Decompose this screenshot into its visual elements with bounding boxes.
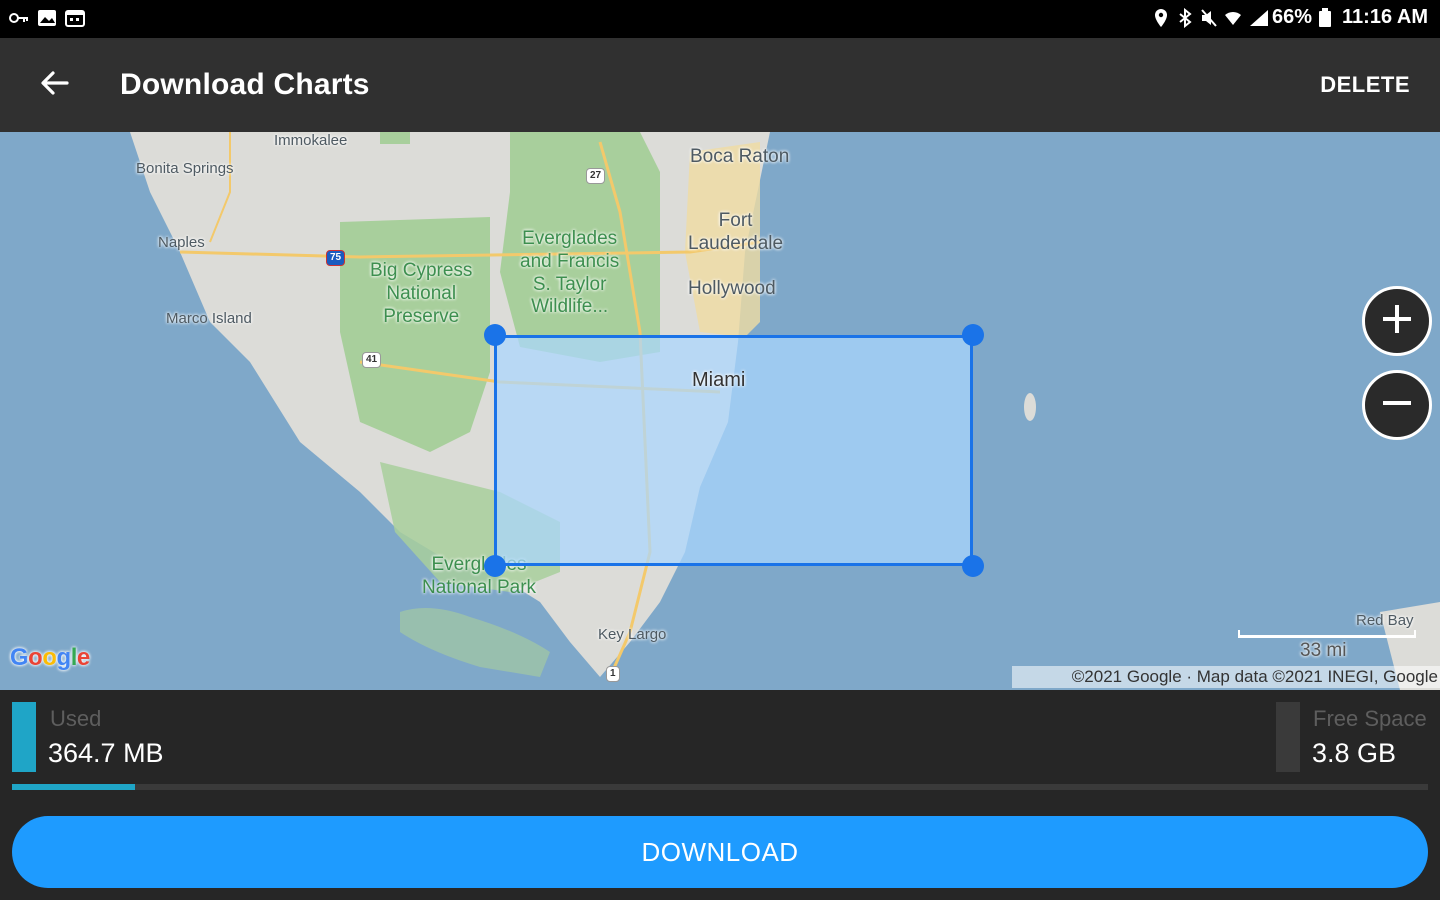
storage-panel: Used 364.7 MB Free Space 3.8 GB DOWNLOAD xyxy=(0,690,1440,900)
map-label-naples: Naples xyxy=(158,234,205,251)
selection-handle-top-left[interactable] xyxy=(484,324,506,346)
map-label-everglades-francis-taylor: Everglades and Francis S. Taylor Wildlif… xyxy=(520,228,620,318)
map-label-fort-lauderdale: Fort Lauderdale xyxy=(688,210,784,254)
free-space-label: Free Space xyxy=(1313,706,1427,731)
map-label-big-cypress: Big Cypress National Preserve xyxy=(370,260,473,327)
wifi-icon xyxy=(1224,8,1242,28)
download-charts-screen: 66% 11:16 AM Download Charts DELETE Immo… xyxy=(0,0,1440,900)
image-icon xyxy=(36,8,58,28)
map-scale-bar xyxy=(1238,630,1416,638)
battery-percent: 66% xyxy=(1272,6,1313,28)
map-label-marco-island: Marco Island xyxy=(166,310,252,327)
google-logo-letter: G xyxy=(10,644,29,671)
zoom-in-button[interactable] xyxy=(1362,286,1432,356)
google-logo-letter: g xyxy=(56,644,72,671)
app-bar: Download Charts DELETE xyxy=(0,38,1440,132)
used-label: Used xyxy=(50,706,102,731)
google-logo-letter: e xyxy=(76,644,90,671)
selection-handle-bottom-right[interactable] xyxy=(962,555,984,577)
free-color-marker xyxy=(1276,702,1300,772)
map-label-miami: Miami xyxy=(692,369,746,391)
vpn-key-icon xyxy=(8,8,30,28)
calendar-icon xyxy=(64,8,86,28)
signal-icon xyxy=(1248,8,1268,28)
map-view[interactable]: Immokalee Bonita Springs Naples Marco Is… xyxy=(0,132,1440,690)
back-button[interactable] xyxy=(30,64,78,106)
route-75-shield: 75 xyxy=(326,250,346,266)
map-label-bonita-springs: Bonita Springs xyxy=(136,160,234,177)
storage-progress-fill xyxy=(12,784,136,790)
route-27-shield: 27 xyxy=(586,168,606,184)
location-icon xyxy=(1152,8,1170,28)
google-logo-letter: o xyxy=(42,644,57,671)
map-label-immokalee: Immokalee xyxy=(274,132,348,149)
used-value: 364.7 MB xyxy=(48,738,164,768)
mute-icon xyxy=(1200,8,1218,28)
map-label-hollywood: Hollywood xyxy=(688,278,776,299)
selection-handle-bottom-left[interactable] xyxy=(484,555,506,577)
free-space-value: 3.8 GB xyxy=(1312,738,1397,768)
route-41-shield: 41 xyxy=(362,352,382,368)
route-1-shield: 1 xyxy=(606,666,620,682)
zoom-out-button[interactable] xyxy=(1362,370,1432,440)
google-logo: Google xyxy=(10,644,90,672)
battery-icon xyxy=(1318,7,1336,28)
minus-icon xyxy=(1380,386,1414,425)
delete-button[interactable]: DELETE xyxy=(1320,72,1410,98)
map-label-boca-raton: Boca Raton xyxy=(690,146,790,167)
status-time: 11:16 AM xyxy=(1342,6,1428,28)
used-color-marker xyxy=(12,702,36,772)
status-bar: 66% 11:16 AM xyxy=(0,0,1440,38)
download-button[interactable]: DOWNLOAD xyxy=(12,816,1428,888)
storage-progress-bar xyxy=(12,784,1428,790)
map-scale-label: 33 mi xyxy=(1300,640,1347,661)
plus-icon xyxy=(1380,302,1414,341)
page-title: Download Charts xyxy=(120,68,370,101)
arrow-left-icon xyxy=(39,69,69,102)
bluetooth-icon xyxy=(1176,7,1194,28)
map-attribution[interactable]: ©2021 Google · Map data ©2021 INEGI, Goo… xyxy=(1011,666,1440,688)
map-label-key-largo: Key Largo xyxy=(598,626,667,643)
map-label-red-bay: Red Bay xyxy=(1356,612,1414,629)
selection-handle-top-right[interactable] xyxy=(962,324,984,346)
google-logo-letter: o xyxy=(28,644,43,671)
